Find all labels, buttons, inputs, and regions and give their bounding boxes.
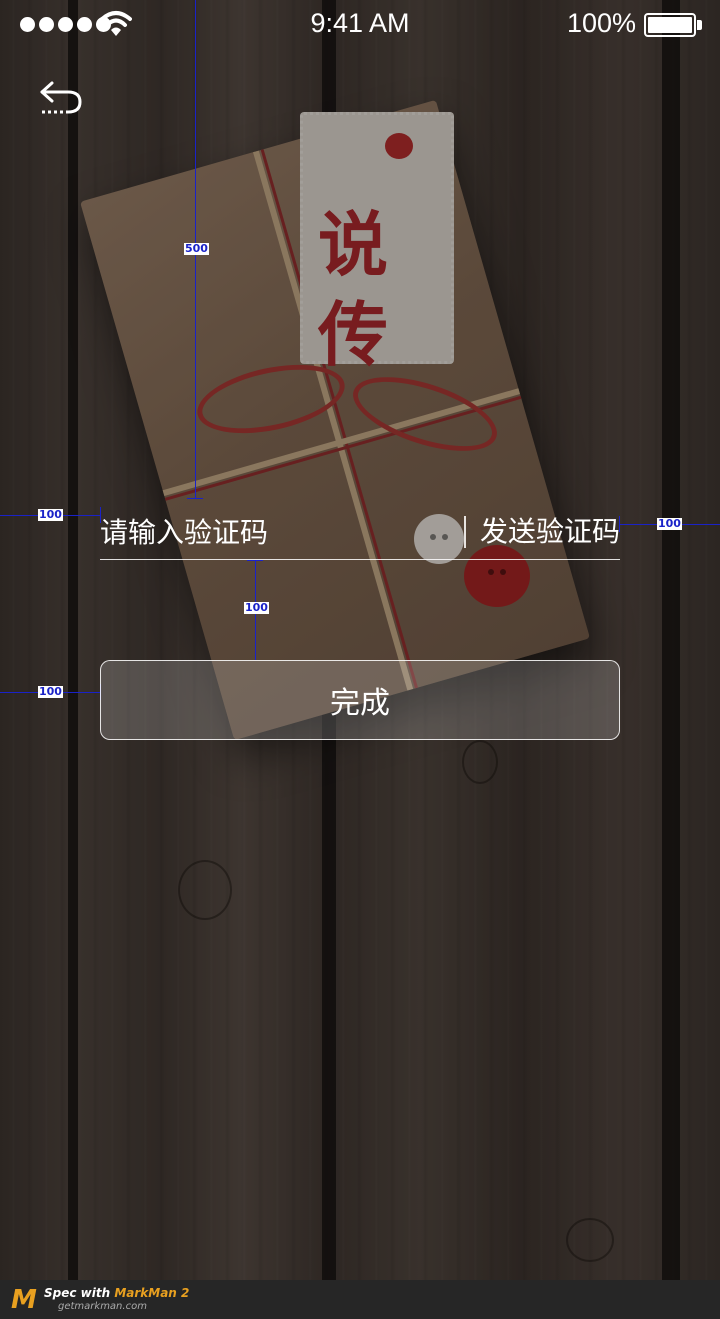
spec-label-top-gap: 500 <box>184 242 209 255</box>
spec-with-text: Spec with MarkMan 2 <box>44 1286 189 1300</box>
input-underline <box>100 559 620 560</box>
background-dim-overlay <box>0 0 720 1280</box>
spec-brand: MarkMan 2 <box>114 1286 190 1300</box>
spec-line <box>247 560 263 561</box>
battery-icon <box>644 13 696 37</box>
spec-prefix: Spec with <box>44 1286 115 1300</box>
spec-label-input-right: 100 <box>657 517 682 530</box>
spec-label-button-left: 100 <box>38 685 63 698</box>
battery-percentage: 100% <box>566 8 636 38</box>
done-button[interactable]: 完成 <box>100 660 620 740</box>
verification-code-input[interactable] <box>100 506 455 558</box>
status-bar: 9:41 AM 100% <box>0 0 720 50</box>
markman-footer: M Spec with MarkMan 2 getmarkman.com <box>0 1280 720 1319</box>
battery-cap <box>697 20 702 30</box>
send-code-button[interactable]: 发送验证码 <box>480 510 620 554</box>
markman-url: getmarkman.com <box>58 1301 147 1312</box>
spec-label-input-left: 100 <box>38 508 63 521</box>
back-arrow-icon[interactable] <box>38 78 86 118</box>
spec-label-gap: 100 <box>244 601 269 614</box>
markman-logo-icon: M <box>11 1285 37 1315</box>
input-divider <box>464 516 466 548</box>
spec-line <box>187 498 203 499</box>
